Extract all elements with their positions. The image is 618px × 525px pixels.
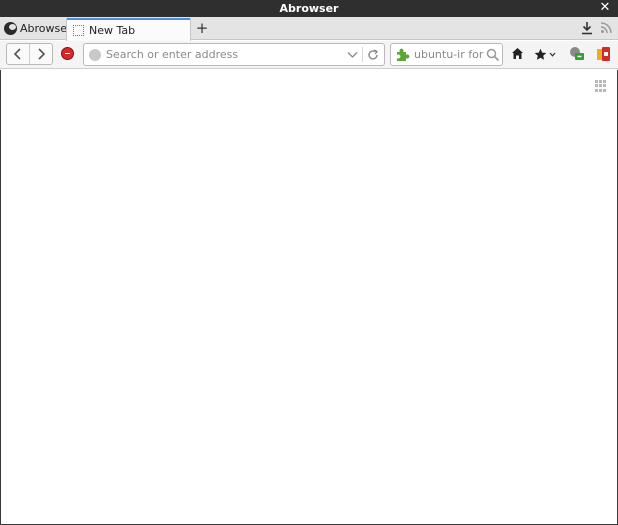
abrowser-logo-icon [4, 22, 17, 35]
extension-button-2[interactable] [596, 46, 611, 62]
chevron-right-icon [38, 48, 45, 60]
back-forward-group [6, 43, 53, 65]
tab-label: New Tab [89, 24, 136, 37]
home-icon [512, 48, 523, 59]
close-icon: ✕ [599, 0, 611, 15]
grid-icon[interactable] [595, 80, 607, 92]
reload-button[interactable] [365, 47, 381, 63]
search-bar[interactable] [390, 43, 503, 66]
star-icon [534, 48, 547, 60]
title-bar: Abrowser ✕ [0, 0, 618, 17]
tab-favicon-icon [73, 25, 84, 36]
chevron-left-icon [13, 48, 21, 60]
close-button[interactable]: ✕ [599, 1, 611, 15]
home-button[interactable] [511, 47, 524, 60]
bookmarks-button[interactable] [534, 46, 556, 62]
magnifier-icon[interactable] [486, 48, 500, 62]
forward-button[interactable] [30, 44, 52, 64]
url-divider [362, 47, 363, 62]
tab-strip: Abrowser New Tab + [0, 17, 618, 41]
app-menu-label: Abrowser [20, 22, 72, 35]
rss-icon [600, 22, 612, 34]
extension-red-icon [597, 47, 610, 61]
app-menu-button[interactable]: Abrowser [4, 20, 72, 37]
page-content [0, 70, 618, 525]
download-icon [582, 22, 592, 35]
plus-icon: + [195, 19, 209, 37]
extension-button-1[interactable] [568, 46, 585, 62]
globe-icon[interactable] [89, 48, 101, 61]
extension-puzzle-icon [570, 47, 584, 60]
url-input[interactable] [106, 45, 344, 64]
url-bar[interactable] [83, 43, 385, 66]
new-tab-button[interactable]: + [194, 19, 210, 37]
tab-new-tab[interactable]: New Tab [66, 18, 191, 41]
addon-button[interactable] [61, 47, 74, 60]
back-button[interactable] [7, 44, 30, 64]
chevron-down-icon [549, 52, 556, 57]
puzzle-icon[interactable] [394, 47, 410, 63]
window-title: Abrowser [279, 2, 339, 15]
feed-button[interactable] [600, 21, 613, 34]
reload-icon [368, 48, 378, 60]
chevron-down-icon [347, 51, 357, 58]
url-history-dropdown[interactable] [344, 47, 360, 63]
downloads-button[interactable] [580, 21, 594, 35]
navigation-toolbar [0, 41, 618, 69]
search-input[interactable] [414, 48, 484, 61]
